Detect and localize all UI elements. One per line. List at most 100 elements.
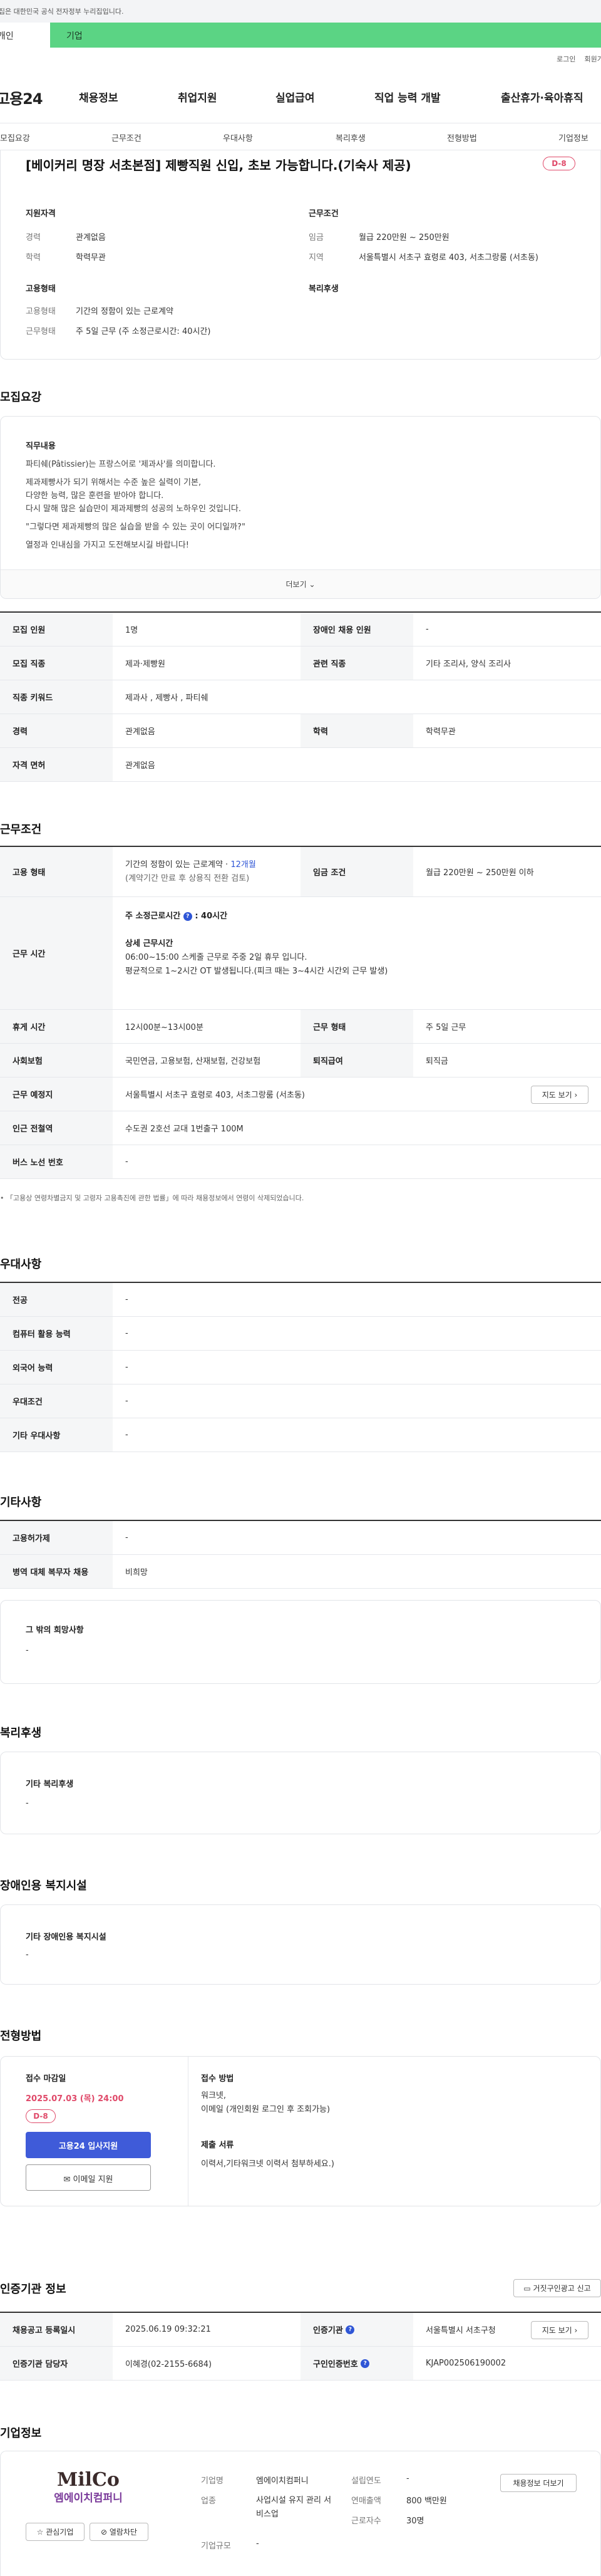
area-value: 서울특별시 서초구 효령로 403, 서초그랑룸 (서초동) [359,253,538,262]
work-row-hours: 근무 시간 주 소정근로시간 ? : 40시간 상세 근무시간 06:00~15… [0,897,601,1010]
snb-work[interactable]: 근무조건 [111,132,141,143]
recruit-row: 경력 관계없음 학력 학력무관 [0,714,601,748]
method-title: 접수 방법 [201,2074,234,2084]
emp-v1: 기간의 정함이 있는 근로계약 · [125,860,231,870]
pref-row: 컴퓨터 활용 능력 - [0,1317,601,1351]
info-icon[interactable]: ? [183,911,192,921]
email-button-label: 이메일 지원 [73,2175,113,2184]
recruit-th: 경력 [0,714,113,747]
pref-td: - [125,1295,128,1304]
report-button-label: 거짓구인광고 신고 [533,2284,591,2293]
tab-individual[interactable]: 개인 [0,23,50,48]
age-note-text: 「고용상 연령차별금지 및 고령자 고용촉진에 관한 법률」에 따라 채용정보에… [6,1194,304,1202]
cert-org-label: 인증기관 [313,2326,343,2335]
deadline-value: 2025.07.03 (목) 24:00 [26,2094,124,2104]
email-button[interactable]: ✉ 이메일 지원 [26,2164,151,2191]
block-company-button[interactable]: ⊘ 열람차단 [90,2523,148,2541]
career-value: 관계없음 [76,233,106,242]
cert-map-button[interactable]: 지도 보기 › [531,2321,588,2339]
emp-months: 12개월 [230,860,256,870]
logo-text: 고용24 [0,90,43,108]
company-biz: 사업시설 유지 관리 서비스업 [256,2496,332,2519]
method-line: 이메일 (개인회원 로그인 후 조회가능) [201,2105,331,2114]
cert-td-2: KJAP002506190002 [426,2359,506,2368]
recruit-td: 관계없음 [125,761,155,771]
qual-title: 지원자격 [26,209,56,219]
work-row-emp: 고용 형태 기간의 정함이 있는 근로계약 · 12개월 (계약기간 만료 후 … [0,847,601,897]
edu-label: 학력 [26,253,41,262]
hours-detail-line: 06:00~15:00 스케줄 근무로 주중 2일 휴무 입니다. [125,953,307,962]
logo[interactable]: 고용24 [0,86,43,108]
cert-td: 2025.06.19 09:32:21 [125,2325,211,2334]
wish-card: 그 밖의 희망사항 - [0,1600,601,1684]
hours-detail-title: 상세 근무시간 [125,939,173,948]
emp-th: 고용 형태 [0,847,113,896]
apply-button-label: 고용24 입사지원 [58,2142,118,2151]
report-button[interactable]: ▭ 거짓구인광고 신고 [513,2279,601,2297]
cert-row: 인증기관 담당자 이혜경(02-2155-6684) 구인인증번호 ? KJAP… [0,2347,601,2381]
disab-box-value: - [26,1950,29,1960]
disab-title: 장애인용 복지시설 [0,1879,87,1893]
pref-td: - [125,1363,128,1372]
process-left: 접수 마감일 2025.07.03 (목) 24:00 D-8 고용24 입사지… [1,2057,188,2206]
company-emp-label: 근로자수 [351,2516,381,2526]
welfare-title: 복리후생 [309,284,339,294]
map-button[interactable]: 지도 보기 › [531,1086,588,1104]
pref-td: - [125,1396,128,1406]
subway-td: 수도권 2호선 교대 1번출구 100M [125,1124,244,1134]
job-summary-card: [베이커리 명장 서초본점] 제빵직원 신입, 초보 가능합니다.(기숙사 제공… [0,150,601,360]
age-note: • 「고용상 연령차별금지 및 고령자 고용촉진에 관한 법률」에 따라 채용정… [0,1194,304,1202]
recruit-td-2: - [426,625,429,634]
snb-company[interactable]: 기업정보 [558,132,588,143]
pref-th: 기타 우대사항 [0,1418,113,1452]
bus-th: 버스 노선 번호 [0,1145,113,1178]
company-jobs-button[interactable]: 채용정보 더보기 [500,2474,577,2492]
etc-th: 고용허가제 [0,1521,113,1554]
work-row-subway: 인근 전철역 수도권 2호선 교대 1번출구 100M [0,1111,601,1145]
snb-welfare[interactable]: 복리후생 [336,132,366,143]
snb-preference[interactable]: 우대사항 [223,132,253,143]
report-icon: ▭ [523,2284,531,2293]
pref-th: 우대조건 [0,1384,113,1418]
map-button-label: 지도 보기 [542,1091,572,1099]
hours-th: 근무 시간 [0,897,113,1009]
snb-process[interactable]: 전형방법 [447,132,477,143]
apply-button[interactable]: 고용24 입사지원 [26,2132,151,2158]
career-label: 경력 [26,233,41,242]
recruit-td: 1명 [125,626,138,635]
snb-recruit[interactable]: 모집요강 [0,132,30,143]
place-td: 서울특별시 서초구 효령로 403, 서초그랑룸 (서초동) [125,1091,305,1100]
gnb-training[interactable]: 직업 능력 개발 [374,89,441,105]
process-card: 접수 마감일 2025.07.03 (목) 24:00 D-8 고용24 입사지… [0,2056,601,2206]
more-bar[interactable]: 더보기 ⌄ [1,569,600,598]
gnb-employment-support[interactable]: 취업지원 [178,89,217,105]
work-section-title: 근무조건 [0,823,42,836]
pref-td: - [125,1430,128,1440]
gnb-jobs[interactable]: 채용정보 [79,89,118,105]
duty-line: 다시 말해 많은 실습만이 제과제빵의 성공의 노하우인 것입니다. [26,504,242,514]
info-icon[interactable]: ? [346,2325,355,2334]
company-title: 기업정보 [0,2427,42,2440]
company-name: 엠에이치컴퍼니 [256,2476,309,2486]
process-dday-badge: D-8 [26,2109,56,2123]
gnb-unemployment-benefit[interactable]: 실업급여 [275,89,315,105]
place-th: 근무 예정지 [0,1078,113,1111]
etc-title: 기타사항 [0,1496,42,1509]
recruit-th-2: 관련 직종 [300,647,413,680]
login-link[interactable]: 로그인 [557,55,575,63]
more-label: 더보기 [285,580,307,589]
gnb-parental-leave[interactable]: 출산휴가·육아휴직 [501,89,583,105]
bus-td: - [125,1157,128,1166]
cert-td-2: 서울특별시 서초구청 [426,2326,496,2335]
company-found: - [406,2474,409,2483]
fav-company-button[interactable]: ☆ 관심기업 [26,2523,85,2541]
company-size-label: 기업규모 [201,2542,231,2551]
signup-link[interactable]: 회원가입 [585,55,601,63]
company-sales-label: 연매출액 [351,2496,381,2506]
company-name-label: 기업명 [201,2476,223,2486]
info-icon[interactable]: ? [361,2359,370,2368]
gov-banner-text: 이 누리집은 대한민국 공식 전자정부 누리집입니다. [0,8,124,16]
tab-business[interactable]: 기업 [50,23,601,48]
company-logo: MilCo 엠에이치컴퍼니 [26,2470,151,2510]
duty-line: 다양한 능력, 많은 훈련을 받아야 합니다. [26,491,164,501]
